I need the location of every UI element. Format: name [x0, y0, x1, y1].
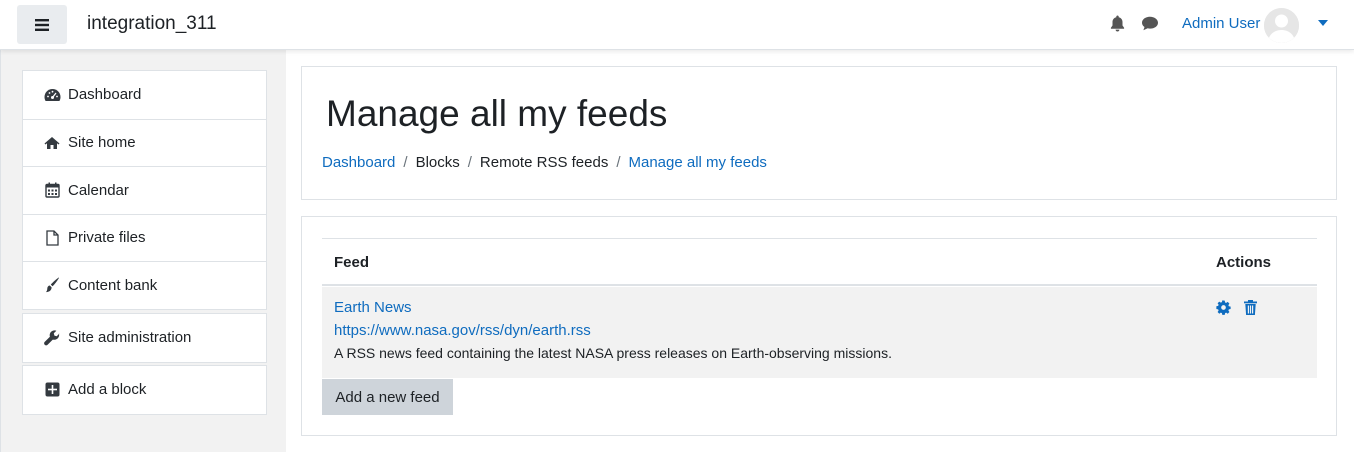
top-navbar: integration_311 Admin User: [0, 0, 1354, 50]
hamburger-icon: [35, 18, 49, 31]
column-header-actions: Actions: [1216, 254, 1272, 271]
wrench-icon: [43, 329, 61, 347]
user-menu-name[interactable]: Admin User: [1182, 15, 1260, 32]
breadcrumb-manage-feeds-link[interactable]: Manage all my feeds: [629, 154, 767, 171]
add-block-nav: Add a block: [22, 365, 267, 415]
table-header: Feed Actions: [322, 238, 1317, 286]
sidebar-item-dashboard[interactable]: Dashboard: [23, 71, 266, 119]
page-title: Manage all my feeds: [326, 93, 668, 134]
user-avatar-icon: [1264, 8, 1299, 43]
add-block-label: Add a block: [68, 381, 147, 399]
feed-url-link[interactable]: https://www.nasa.gov/rss/dyn/earth.rss: [334, 322, 591, 339]
sidebar-item-label: Private files: [68, 229, 146, 247]
nav-drawer: Dashboard Site home Calendar Private fil…: [0, 50, 286, 452]
dashboard-icon: [43, 86, 61, 104]
sidebar-item-label: Calendar: [68, 181, 129, 199]
sidebar-item-content-bank[interactable]: Content bank: [23, 261, 266, 309]
notifications-bell-icon[interactable]: [1110, 15, 1125, 32]
calendar-icon: [43, 181, 61, 199]
paintbrush-icon: [43, 276, 61, 294]
breadcrumb-separator: /: [467, 154, 472, 171]
sidebar-item-site-administration[interactable]: Site administration: [23, 314, 266, 362]
sidebar-item-label: Site administration: [68, 329, 192, 347]
main-nav: Dashboard Site home Calendar Private fil…: [22, 70, 267, 310]
drawer-toggle-button[interactable]: [17, 5, 67, 44]
breadcrumb-separator: /: [616, 154, 621, 171]
add-block-button[interactable]: Add a block: [23, 366, 266, 414]
trash-icon[interactable]: [1244, 300, 1257, 315]
column-header-feed: Feed: [334, 254, 370, 271]
sidebar-item-label: Dashboard: [68, 86, 142, 104]
avatar[interactable]: [1264, 8, 1299, 43]
file-icon: [43, 229, 61, 247]
breadcrumb-remote-rss-feeds: Remote RSS feeds: [479, 154, 609, 171]
feeds-card: Feed Actions Earth News https://www.nasa…: [301, 216, 1337, 436]
sidebar-item-label: Content bank: [68, 276, 158, 294]
messages-chat-icon[interactable]: [1141, 16, 1159, 31]
sidebar-item-site-home[interactable]: Site home: [23, 118, 266, 167]
feeds-table: Feed Actions Earth News https://www.nasa…: [322, 238, 1317, 378]
breadcrumb-dashboard-link[interactable]: Dashboard: [322, 154, 395, 171]
sidebar-item-label: Site home: [68, 134, 136, 152]
plus-square-icon: [43, 381, 61, 399]
add-new-feed-button[interactable]: Add a new feed: [322, 379, 453, 415]
breadcrumb: Dashboard / Blocks / Remote RSS feeds / …: [322, 154, 767, 171]
page-header: Manage all my feeds Dashboard / Blocks /…: [301, 66, 1337, 200]
home-icon: [43, 134, 61, 152]
sidebar-item-private-files[interactable]: Private files: [23, 213, 266, 262]
feed-description: A RSS news feed containing the latest NA…: [334, 345, 892, 361]
site-name[interactable]: integration_311: [87, 13, 217, 35]
table-row: Earth News https://www.nasa.gov/rss/dyn/…: [322, 287, 1317, 378]
breadcrumb-blocks: Blocks: [415, 154, 460, 171]
chevron-down-icon[interactable]: [1318, 20, 1328, 26]
admin-nav: Site administration: [22, 313, 267, 363]
feed-title-link[interactable]: Earth News: [334, 299, 412, 316]
sidebar-item-calendar[interactable]: Calendar: [23, 166, 266, 214]
breadcrumb-separator: /: [403, 154, 408, 171]
gear-icon[interactable]: [1216, 300, 1231, 315]
